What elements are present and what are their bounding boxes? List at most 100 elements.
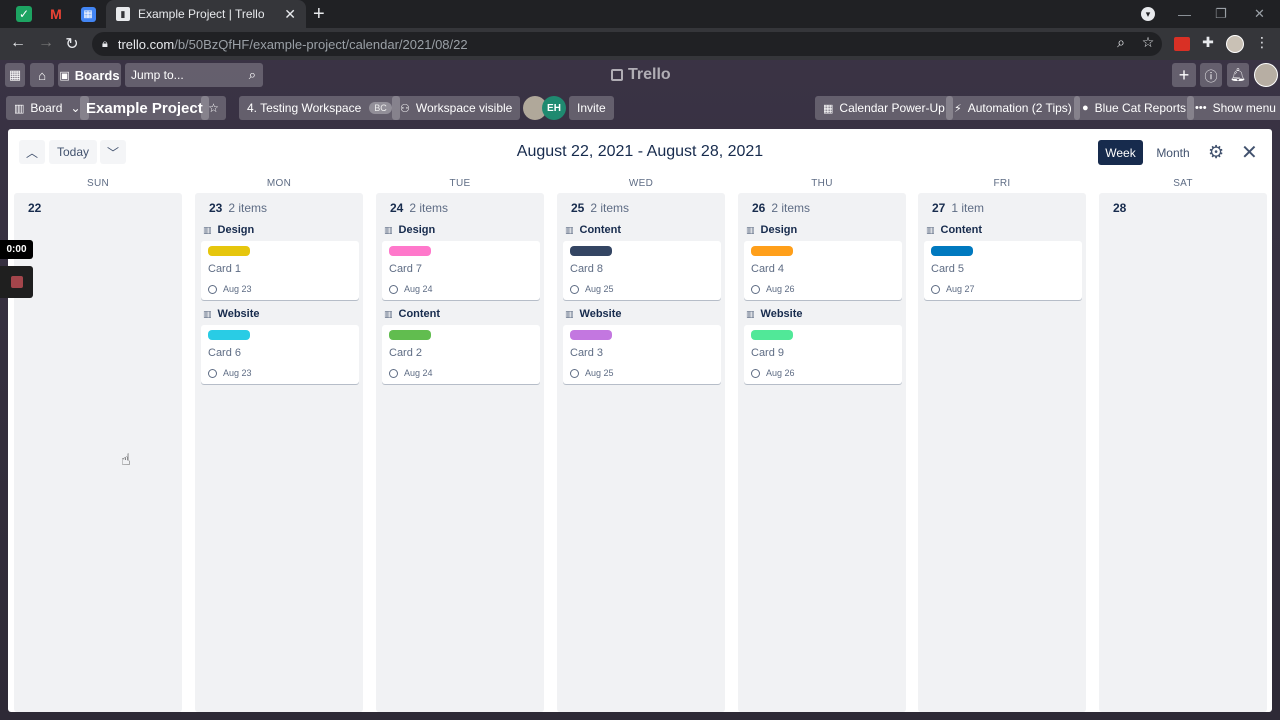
card[interactable]: Card 1 Aug 23 xyxy=(201,241,359,300)
day-column[interactable]: 26 2 items ▥ Design Card 4 Aug 26 ▥ Website Card… xyxy=(738,193,906,712)
notifications-bell-icon[interactable]: 🔔︎ xyxy=(1227,63,1249,87)
list-name: ▥ Website xyxy=(563,306,721,322)
minimize-icon[interactable]: — xyxy=(1178,0,1191,28)
board-title[interactable]: Example Project xyxy=(80,96,209,120)
automation-label: Automation (2 Tips) xyxy=(967,101,1072,115)
card[interactable]: Card 6 Aug 23 xyxy=(201,325,359,384)
card-title: Card 3 xyxy=(570,347,604,359)
checkmark-icon: ✓ xyxy=(16,6,32,22)
card[interactable]: Card 5 Aug 27 xyxy=(924,241,1082,300)
zoom-icon[interactable]: ⌕ xyxy=(1111,34,1131,51)
boards-button[interactable]: ▣ Boards xyxy=(58,63,121,87)
list-board-icon: ▥ xyxy=(384,224,393,235)
pinned-tab-calendar[interactable]: ▦ xyxy=(72,0,104,28)
card[interactable]: Card 3 Aug 25 xyxy=(563,325,721,384)
day-column[interactable]: 27 1 item ▥ Content Card 5 Aug 27 xyxy=(918,193,1086,712)
list-board-icon: ▥ xyxy=(926,224,935,235)
browser-menu-icon[interactable]: ⋮ xyxy=(1252,34,1272,51)
card-title: Card 8 xyxy=(570,263,604,275)
new-tab-icon[interactable]: + xyxy=(313,3,325,25)
create-plus-icon[interactable]: + xyxy=(1172,63,1196,87)
week-view-button[interactable]: Week xyxy=(1098,140,1143,165)
restore-icon[interactable]: ❐ xyxy=(1215,0,1227,28)
invite-button[interactable]: Invite xyxy=(569,96,614,120)
list-board-icon: ▥ xyxy=(565,224,574,235)
extension-icon[interactable] xyxy=(1174,37,1190,51)
card-label xyxy=(208,246,250,256)
day-header: 25 2 items xyxy=(571,201,629,215)
home-icon[interactable]: ⌂ xyxy=(30,63,54,87)
blue-cat-reports-button[interactable]: ● Blue Cat Reports xyxy=(1074,96,1195,120)
due-text: Aug 25 xyxy=(585,284,614,294)
stop-recording-button[interactable] xyxy=(0,266,33,298)
back-icon[interactable]: ← xyxy=(8,34,28,52)
member-initials[interactable]: EH xyxy=(542,96,566,120)
day-column[interactable]: 25 2 items ▥ Content Card 8 Aug 25 ▥ Website Car… xyxy=(557,193,725,712)
day-column[interactable]: 22 xyxy=(14,193,182,712)
tab-active[interactable]: ▮ Example Project | Trello ✕ xyxy=(106,0,306,28)
boards-label: Boards xyxy=(74,67,120,83)
window-close-icon[interactable]: ✕ xyxy=(1254,0,1265,28)
card[interactable]: Card 9 Aug 26 xyxy=(744,325,902,384)
card[interactable]: Card 7 Aug 24 xyxy=(382,241,540,300)
url-field[interactable]: 🔒︎ trello.com/b/50BzQfHF/example-project… xyxy=(92,32,1162,56)
visibility-button[interactable]: ⚇ Workspace visible xyxy=(392,96,521,120)
user-avatar[interactable] xyxy=(1254,63,1278,87)
hand-cursor-icon: ☝ xyxy=(121,452,131,469)
list-label: Content xyxy=(398,308,441,320)
bookmark-star-icon[interactable]: ☆ xyxy=(1138,34,1158,51)
stop-icon xyxy=(10,276,23,288)
list-name: ▥ Design xyxy=(201,222,359,238)
calendar-powerup-button[interactable]: ▦ Calendar Power-Up xyxy=(815,96,953,120)
list-label: Website xyxy=(579,308,622,320)
show-menu-button[interactable]: ••• Show menu xyxy=(1187,96,1280,120)
star-board-icon[interactable]: ☆ xyxy=(201,96,226,120)
day-column[interactable]: 23 2 items ▥ Design Card 1 Aug 23 ▥ Website Card… xyxy=(195,193,363,712)
card-label xyxy=(570,330,612,340)
card[interactable]: Card 4 Aug 26 xyxy=(744,241,902,300)
trello-logo-text: Trello xyxy=(628,66,671,83)
people-icon: ⚇ xyxy=(400,102,410,115)
visibility-label: Workspace visible xyxy=(415,101,513,115)
pinned-tab-gmail[interactable]: M xyxy=(40,0,72,28)
list-label: Design xyxy=(398,224,436,236)
item-count: 2 items xyxy=(228,201,268,215)
weekday-header: TUE xyxy=(449,178,471,189)
profile-dropdown-icon[interactable]: ▾ xyxy=(1141,7,1155,21)
list-group: ▥ Design Card 4 Aug 26 xyxy=(744,222,902,300)
due-text: Aug 23 xyxy=(223,368,252,378)
list-name: ▥ Content xyxy=(924,222,1082,238)
card[interactable]: Card 2 Aug 24 xyxy=(382,325,540,384)
day-number: 26 xyxy=(752,201,766,215)
card-title: Card 1 xyxy=(208,263,242,275)
pinned-tab-tasks[interactable]: ✓ xyxy=(8,0,40,28)
settings-gear-icon[interactable]: ⚙ xyxy=(1208,142,1224,163)
due-text: Aug 26 xyxy=(766,368,795,378)
card-title: Card 6 xyxy=(208,347,242,359)
board-view-switcher[interactable]: ▥ Board ⌄ xyxy=(6,96,89,120)
boards-icon: ▣ xyxy=(59,69,70,82)
reload-icon[interactable]: ↻ xyxy=(62,34,82,54)
extensions-puzzle-icon[interactable]: ✚ xyxy=(1198,34,1218,51)
day-column[interactable]: 28 xyxy=(1099,193,1267,712)
close-tab-icon[interactable]: ✕ xyxy=(284,6,296,23)
card-due-date: Aug 26 xyxy=(751,284,895,294)
search-icon: ⌕ xyxy=(248,67,256,82)
day-column[interactable]: 24 2 items ▥ Design Card 7 Aug 24 ▥ Content Card… xyxy=(376,193,544,712)
workspace-button[interactable]: 4. Testing Workspace BC xyxy=(239,96,400,120)
apps-grid-icon[interactable]: ▦ xyxy=(5,63,25,87)
trello-header: ▦ ⌂ ▣ Boards Jump to... ⌕ Trello + ⓘ 🔔︎ xyxy=(0,60,1280,89)
automation-button[interactable]: ⚡︎ Automation (2 Tips) xyxy=(946,96,1080,120)
due-text: Aug 24 xyxy=(404,368,433,378)
jump-to-search[interactable]: Jump to... ⌕ xyxy=(125,63,263,87)
forward-icon[interactable]: → xyxy=(36,34,56,52)
card-label xyxy=(931,246,973,256)
address-bar-row: ← → ↻ 🔒︎ trello.com/b/50BzQfHF/example-p… xyxy=(0,28,1280,60)
trello-logo[interactable]: Trello xyxy=(611,66,671,84)
show-menu-label: Show menu xyxy=(1212,101,1276,115)
close-calendar-icon[interactable]: ✕ xyxy=(1241,140,1258,165)
card[interactable]: Card 8 Aug 25 xyxy=(563,241,721,300)
month-view-button[interactable]: Month xyxy=(1150,140,1196,165)
browser-profile-avatar[interactable] xyxy=(1226,35,1244,53)
info-icon[interactable]: ⓘ xyxy=(1200,63,1222,87)
